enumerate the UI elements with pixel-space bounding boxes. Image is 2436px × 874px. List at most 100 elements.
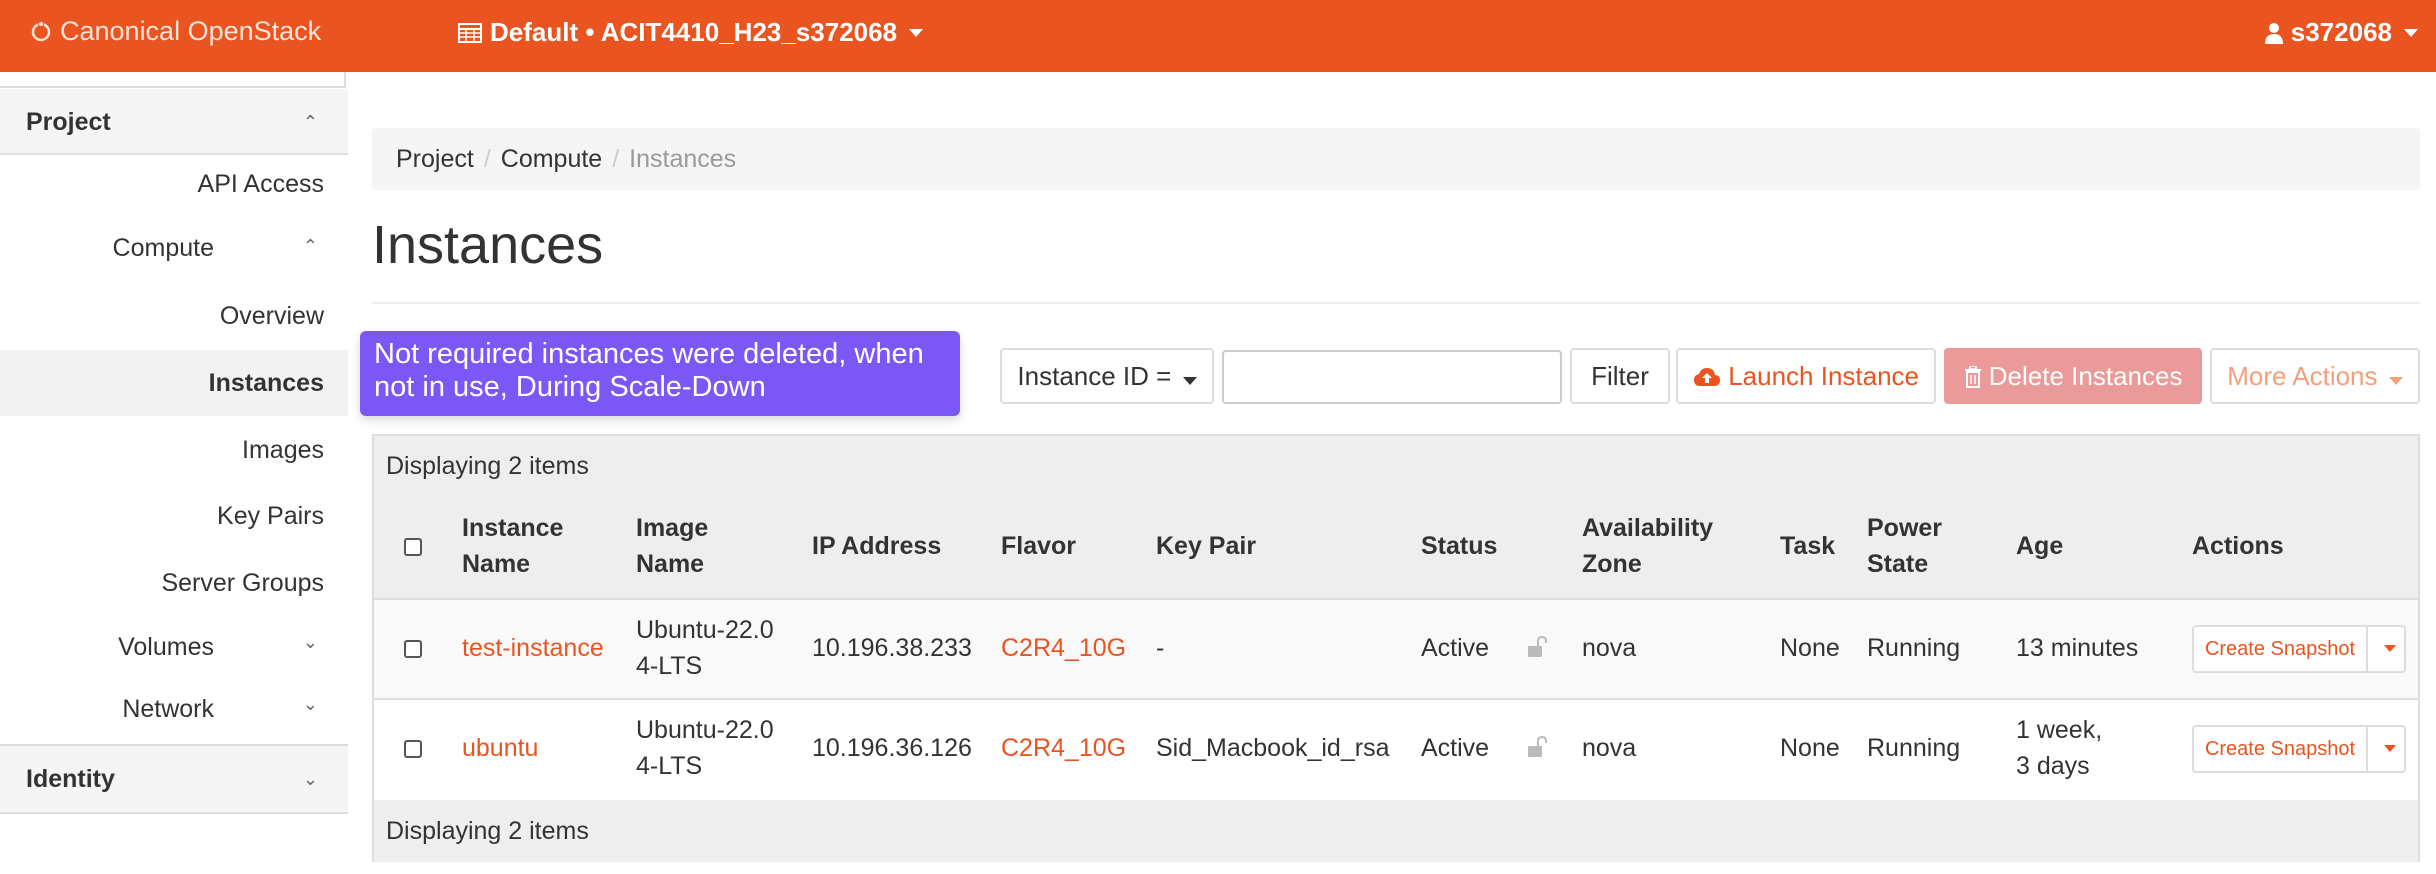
sidebar-panel-project[interactable]: Project ⌃ [0, 89, 348, 155]
ip-address: 10.196.36.126 [812, 734, 972, 762]
brand[interactable]: Canonical OpenStack [30, 16, 321, 47]
sidebar-panel-identity[interactable]: Identity ⌄ [0, 746, 348, 812]
sidebar-group-compute[interactable]: Compute [0, 234, 214, 263]
instance-name-link[interactable]: test-instance [462, 630, 604, 666]
flavor-link[interactable]: C2R4_10G [1001, 730, 1126, 766]
project-switcher-label: Default • ACIT4410_H23_s372068 [490, 17, 898, 47]
divider [2366, 627, 2368, 671]
sidebar-item-overview[interactable]: Overview [0, 283, 324, 349]
header-label: Image [636, 514, 709, 542]
image-name-line: Ubuntu-22.0 [636, 716, 774, 744]
chevron-down-icon: ⌄ [302, 694, 318, 714]
table-footer: Displaying 2 items [374, 800, 2418, 862]
header-image-name[interactable]: Image Name [636, 510, 708, 582]
chevron-down-icon[interactable] [2384, 645, 2396, 652]
image-name: Ubuntu-22.0 4-LTS [636, 712, 774, 784]
instances-table: Displaying 2 items Instance Name Image Nam… [372, 434, 2420, 862]
divider [344, 72, 346, 88]
project-switcher[interactable]: Default • ACIT4410_H23_s372068 [458, 17, 924, 48]
header-power-state[interactable]: Power State [1867, 510, 1942, 582]
chevron-down-icon [909, 28, 924, 37]
chevron-down-icon: ⌄ [302, 632, 318, 652]
ip-address: 10.196.38.233 [812, 634, 972, 662]
breadcrumb-separator: / [483, 145, 491, 173]
filter-input[interactable] [1222, 350, 1562, 404]
breadcrumb-project[interactable]: Project [396, 145, 474, 173]
chevron-up-icon: ⌃ [302, 236, 318, 256]
header-ip-address[interactable]: IP Address [812, 528, 941, 564]
chevron-down-icon [1182, 377, 1197, 385]
header-key-pair[interactable]: Key Pair [1156, 528, 1256, 564]
sidebar-group-label: Network [122, 695, 214, 723]
filter-field-label: Instance ID = [1017, 361, 1172, 391]
openstack-logo-icon [31, 20, 51, 41]
unlock-icon [1528, 636, 1547, 657]
sidebar-item-instances[interactable]: Instances [0, 350, 348, 416]
sidebar-item-server-groups[interactable]: Server Groups [0, 550, 324, 616]
divider [372, 302, 2420, 304]
image-name-line: 4-LTS [636, 752, 703, 780]
table-row: ubuntu Ubuntu-22.0 4-LTS 10.196.36.126 C2… [374, 698, 2418, 800]
instance-name-link[interactable]: ubuntu [462, 730, 538, 766]
delete-instances-button[interactable]: Delete Instances [1944, 348, 2202, 404]
sidebar-item-api-access[interactable]: API Access [0, 151, 324, 217]
row-checkbox[interactable] [404, 640, 422, 658]
header-label: Availability [1582, 514, 1714, 542]
breadcrumb-separator: / [612, 145, 620, 173]
calendar-icon [458, 22, 482, 43]
annotation-tooltip: Not required instances were deleted, whe… [360, 331, 960, 416]
user-name: s372068 [2290, 17, 2392, 47]
sidebar-group-label: Compute [112, 234, 214, 262]
create-snapshot-button[interactable]: Create Snapshot [2194, 627, 2366, 671]
brand-name: Canonical OpenStack [60, 16, 322, 46]
availability-zone: nova [1582, 734, 1637, 762]
select-all-checkbox[interactable] [404, 538, 422, 556]
power-state: Running [1867, 734, 1961, 762]
divider [2366, 727, 2368, 771]
more-actions-button[interactable]: More Actions [2210, 348, 2420, 404]
sidebar-group-volumes[interactable]: Volumes [0, 633, 214, 662]
header-label: Name [462, 550, 531, 578]
delete-instances-label: Delete Instances [1988, 361, 2183, 391]
flavor-link[interactable]: C2R4_10G [1001, 630, 1126, 666]
table-row: test-instance Ubuntu-22.0 4-LTS 10.196.38… [374, 598, 2418, 698]
image-name-line: Ubuntu-22.0 [636, 616, 774, 644]
sidebar-group-network[interactable]: Network [0, 695, 214, 724]
create-snapshot-button[interactable]: Create Snapshot [2194, 727, 2366, 771]
sidebar-panel-label: Identity [26, 765, 115, 793]
header-task[interactable]: Task [1780, 528, 1835, 564]
task: None [1780, 734, 1840, 762]
sidebar-item-key-pairs[interactable]: Key Pairs [0, 483, 324, 549]
sidebar-panel-label: Project [26, 108, 111, 136]
chevron-down-icon: ⌄ [302, 769, 318, 789]
filter-field-select[interactable]: Instance ID = [1000, 348, 1214, 404]
header-actions: Actions [2192, 532, 2284, 560]
launch-instance-button[interactable]: Launch Instance [1676, 348, 1936, 404]
header-age[interactable]: Age [2016, 528, 2063, 564]
create-snapshot-split-button: Create Snapshot [2192, 725, 2406, 773]
sidebar-item-images[interactable]: Images [0, 417, 324, 483]
top-navbar: Canonical OpenStack Default • ACIT4410_H… [0, 0, 2436, 72]
header-flavor[interactable]: Flavor [1001, 528, 1076, 564]
more-actions-label: More Actions [2227, 361, 2378, 391]
sidebar-item-label: Key Pairs [217, 502, 324, 530]
header-label: State [1867, 550, 1929, 578]
key-pair: Sid_Macbook_id_rsa [1156, 734, 1390, 762]
image-name: Ubuntu-22.0 4-LTS [636, 612, 774, 684]
breadcrumb-compute[interactable]: Compute [501, 145, 602, 173]
sidebar-item-label: Instances [208, 369, 324, 397]
unlock-icon [1528, 736, 1547, 757]
trash-icon [1964, 365, 1981, 388]
filter-button[interactable]: Filter [1570, 348, 1670, 404]
header-instance-name[interactable]: Instance Name [462, 510, 563, 582]
header-status[interactable]: Status [1421, 528, 1497, 564]
chevron-down-icon [2388, 377, 2403, 385]
header-availability-zone[interactable]: Availability Zone [1582, 510, 1713, 582]
chevron-down-icon[interactable] [2384, 745, 2396, 752]
user-menu[interactable]: s372068 [2264, 17, 2418, 48]
create-snapshot-split-button: Create Snapshot [2192, 625, 2406, 673]
header-label: Zone [1582, 550, 1642, 578]
row-checkbox[interactable] [404, 740, 422, 758]
sidebar-item-label: Overview [219, 302, 324, 330]
availability-zone: nova [1582, 634, 1637, 662]
